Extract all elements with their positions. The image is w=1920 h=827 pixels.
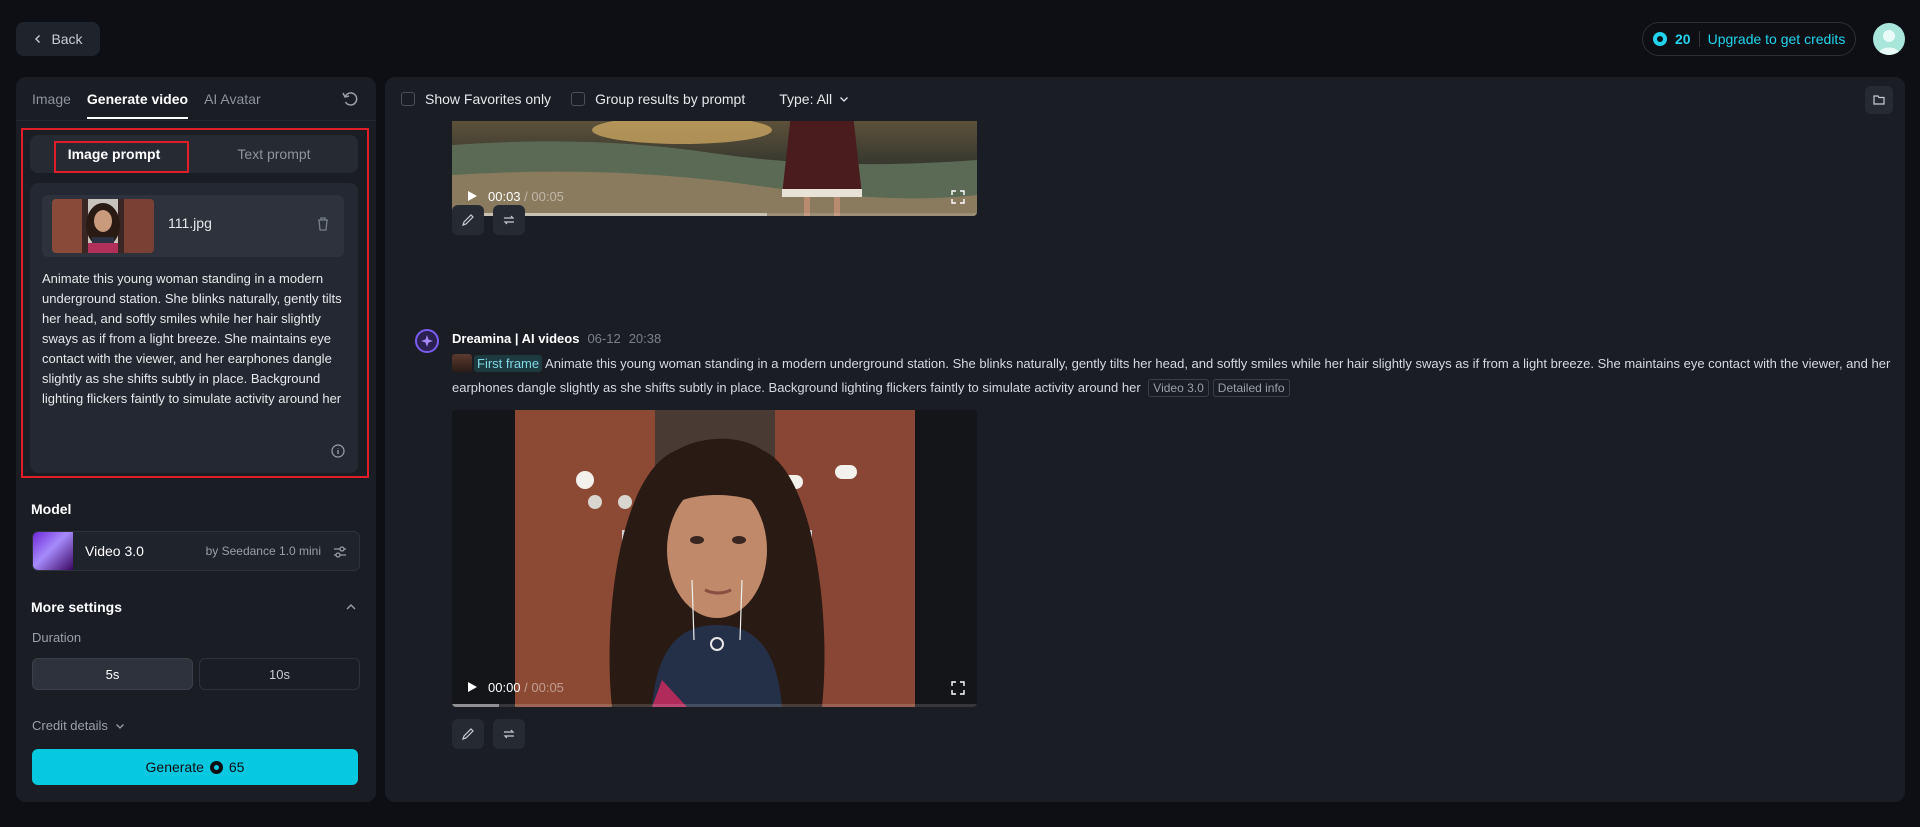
total-time: / 00:05 [520, 679, 564, 695]
checkbox-box [571, 92, 586, 106]
video-progress[interactable] [452, 704, 977, 707]
tab-image[interactable]: Image [32, 77, 71, 121]
message-time: 20:38 [628, 331, 662, 346]
text-prompt-tab[interactable]: Text prompt [194, 139, 354, 169]
back-label: Back [51, 31, 83, 47]
prompt-text[interactable]: Animate this young woman standing in a m… [42, 269, 348, 409]
current-time: 00:03 [488, 188, 521, 204]
video-time: 00:00 / 00:05 [488, 680, 564, 695]
video-player-1[interactable]: 00:03 / 00:05 [452, 105, 977, 216]
generate-label: Generate [145, 759, 204, 775]
message-prompt: First frame Animate this young woman sta… [452, 352, 1892, 400]
message-author: Dreamina | AI videos [452, 331, 580, 346]
message-header: Dreamina | AI videos 06-12 20:38 [452, 331, 661, 346]
results-panel: Show Favorites only Group results by pro… [385, 77, 1905, 802]
show-favorites-label: Show Favorites only [425, 91, 552, 107]
info-icon[interactable] [330, 443, 346, 459]
divider [1698, 31, 1700, 47]
message-date: 06-12 [587, 331, 621, 346]
generate-button[interactable]: Generate 65 [32, 749, 358, 785]
coin-icon [1653, 32, 1667, 46]
upgrade-link[interactable]: Upgrade to get credits [1708, 31, 1846, 47]
credit-details-toggle[interactable]: Credit details [32, 718, 126, 733]
model-section-title: Model [31, 501, 72, 517]
tune-icon[interactable] [331, 543, 349, 561]
generate-cost: 65 [228, 759, 245, 775]
first-frame-thumbnail [452, 354, 472, 372]
duration-10s-button[interactable]: 10s [199, 658, 360, 690]
duration-label: Duration [32, 630, 82, 645]
edit-button[interactable] [452, 719, 484, 749]
first-frame-label[interactable]: First frame [474, 355, 543, 372]
prompt-area[interactable]: 111.jpg Animate this young woman standin… [30, 183, 358, 473]
edit-button[interactable] [452, 205, 484, 235]
edit-icon [462, 728, 474, 740]
fullscreen-icon[interactable] [951, 681, 965, 695]
group-results-checkbox[interactable]: Group results by prompt [571, 91, 745, 107]
results-toolbar: Show Favorites only Group results by pro… [385, 77, 1905, 121]
fullscreen-icon[interactable] [951, 190, 965, 204]
back-button[interactable]: Back [16, 22, 100, 56]
dreamina-logo-icon [415, 329, 439, 353]
type-filter-dropdown[interactable]: Type: All [779, 91, 850, 107]
play-icon[interactable] [466, 681, 478, 693]
play-icon[interactable] [466, 190, 478, 202]
folder-icon [1873, 95, 1885, 105]
regenerate-icon [503, 729, 515, 739]
trash-icon[interactable] [314, 215, 332, 233]
edit-icon [462, 214, 474, 226]
type-filter-label: Type: All [779, 91, 833, 107]
tab-ai-avatar[interactable]: AI Avatar [204, 77, 261, 121]
image-prompt-highlight [54, 141, 189, 173]
video-frame-portrait [452, 410, 977, 707]
video-controls: 00:00 / 00:05 [452, 667, 977, 707]
chevron-down-icon [115, 723, 124, 729]
reset-icon[interactable] [340, 89, 360, 109]
more-settings-title[interactable]: More settings [31, 599, 122, 615]
chevron-up-icon[interactable] [344, 600, 358, 614]
show-favorites-checkbox[interactable]: Show Favorites only [401, 91, 551, 107]
regenerate-button[interactable] [493, 205, 525, 235]
folder-button[interactable] [1865, 86, 1893, 114]
regenerate-icon [503, 215, 515, 225]
video-progress[interactable] [452, 213, 977, 216]
checkbox-box [401, 92, 415, 106]
model-thumbnail [33, 532, 73, 570]
current-time: 00:00 [488, 679, 521, 695]
video-progress-fill [452, 704, 500, 707]
user-avatar[interactable] [1873, 23, 1905, 55]
model-tag: Video 3.0 [1148, 379, 1209, 397]
video-controls: 00:03 / 00:05 [452, 176, 977, 216]
group-results-label: Group results by prompt [595, 91, 746, 107]
detailed-info-tag[interactable]: Detailed info [1212, 379, 1290, 397]
credit-details-label: Credit details [32, 718, 108, 733]
credits-count: 20 [1675, 31, 1691, 47]
regenerate-button[interactable] [493, 719, 525, 749]
tab-generate-video[interactable]: Generate video [86, 77, 189, 121]
model-provider: by Seedance 1.0 mini [205, 544, 321, 558]
video-player-2[interactable]: 00:00 / 00:05 [452, 410, 977, 707]
uploaded-image-thumbnail[interactable] [52, 199, 154, 253]
chevron-left-icon [35, 35, 41, 43]
mode-tabs: Image Generate video AI Avatar [16, 77, 376, 121]
file-name: 111.jpg [168, 215, 212, 231]
coin-icon [209, 760, 223, 774]
uploaded-image-card: 111.jpg [42, 195, 344, 257]
duration-5s-button[interactable]: 5s [32, 658, 193, 690]
total-time: / 00:05 [520, 188, 564, 204]
chevron-down-icon [840, 97, 849, 102]
video-time: 00:03 / 00:05 [488, 189, 564, 204]
model-name: Video 3.0 [85, 543, 144, 559]
credits-pill[interactable]: 20 Upgrade to get credits [1642, 22, 1856, 56]
left-panel: Image Generate video AI Avatar Image pro… [16, 77, 376, 802]
model-selector[interactable]: Video 3.0 by Seedance 1.0 mini [32, 531, 360, 571]
